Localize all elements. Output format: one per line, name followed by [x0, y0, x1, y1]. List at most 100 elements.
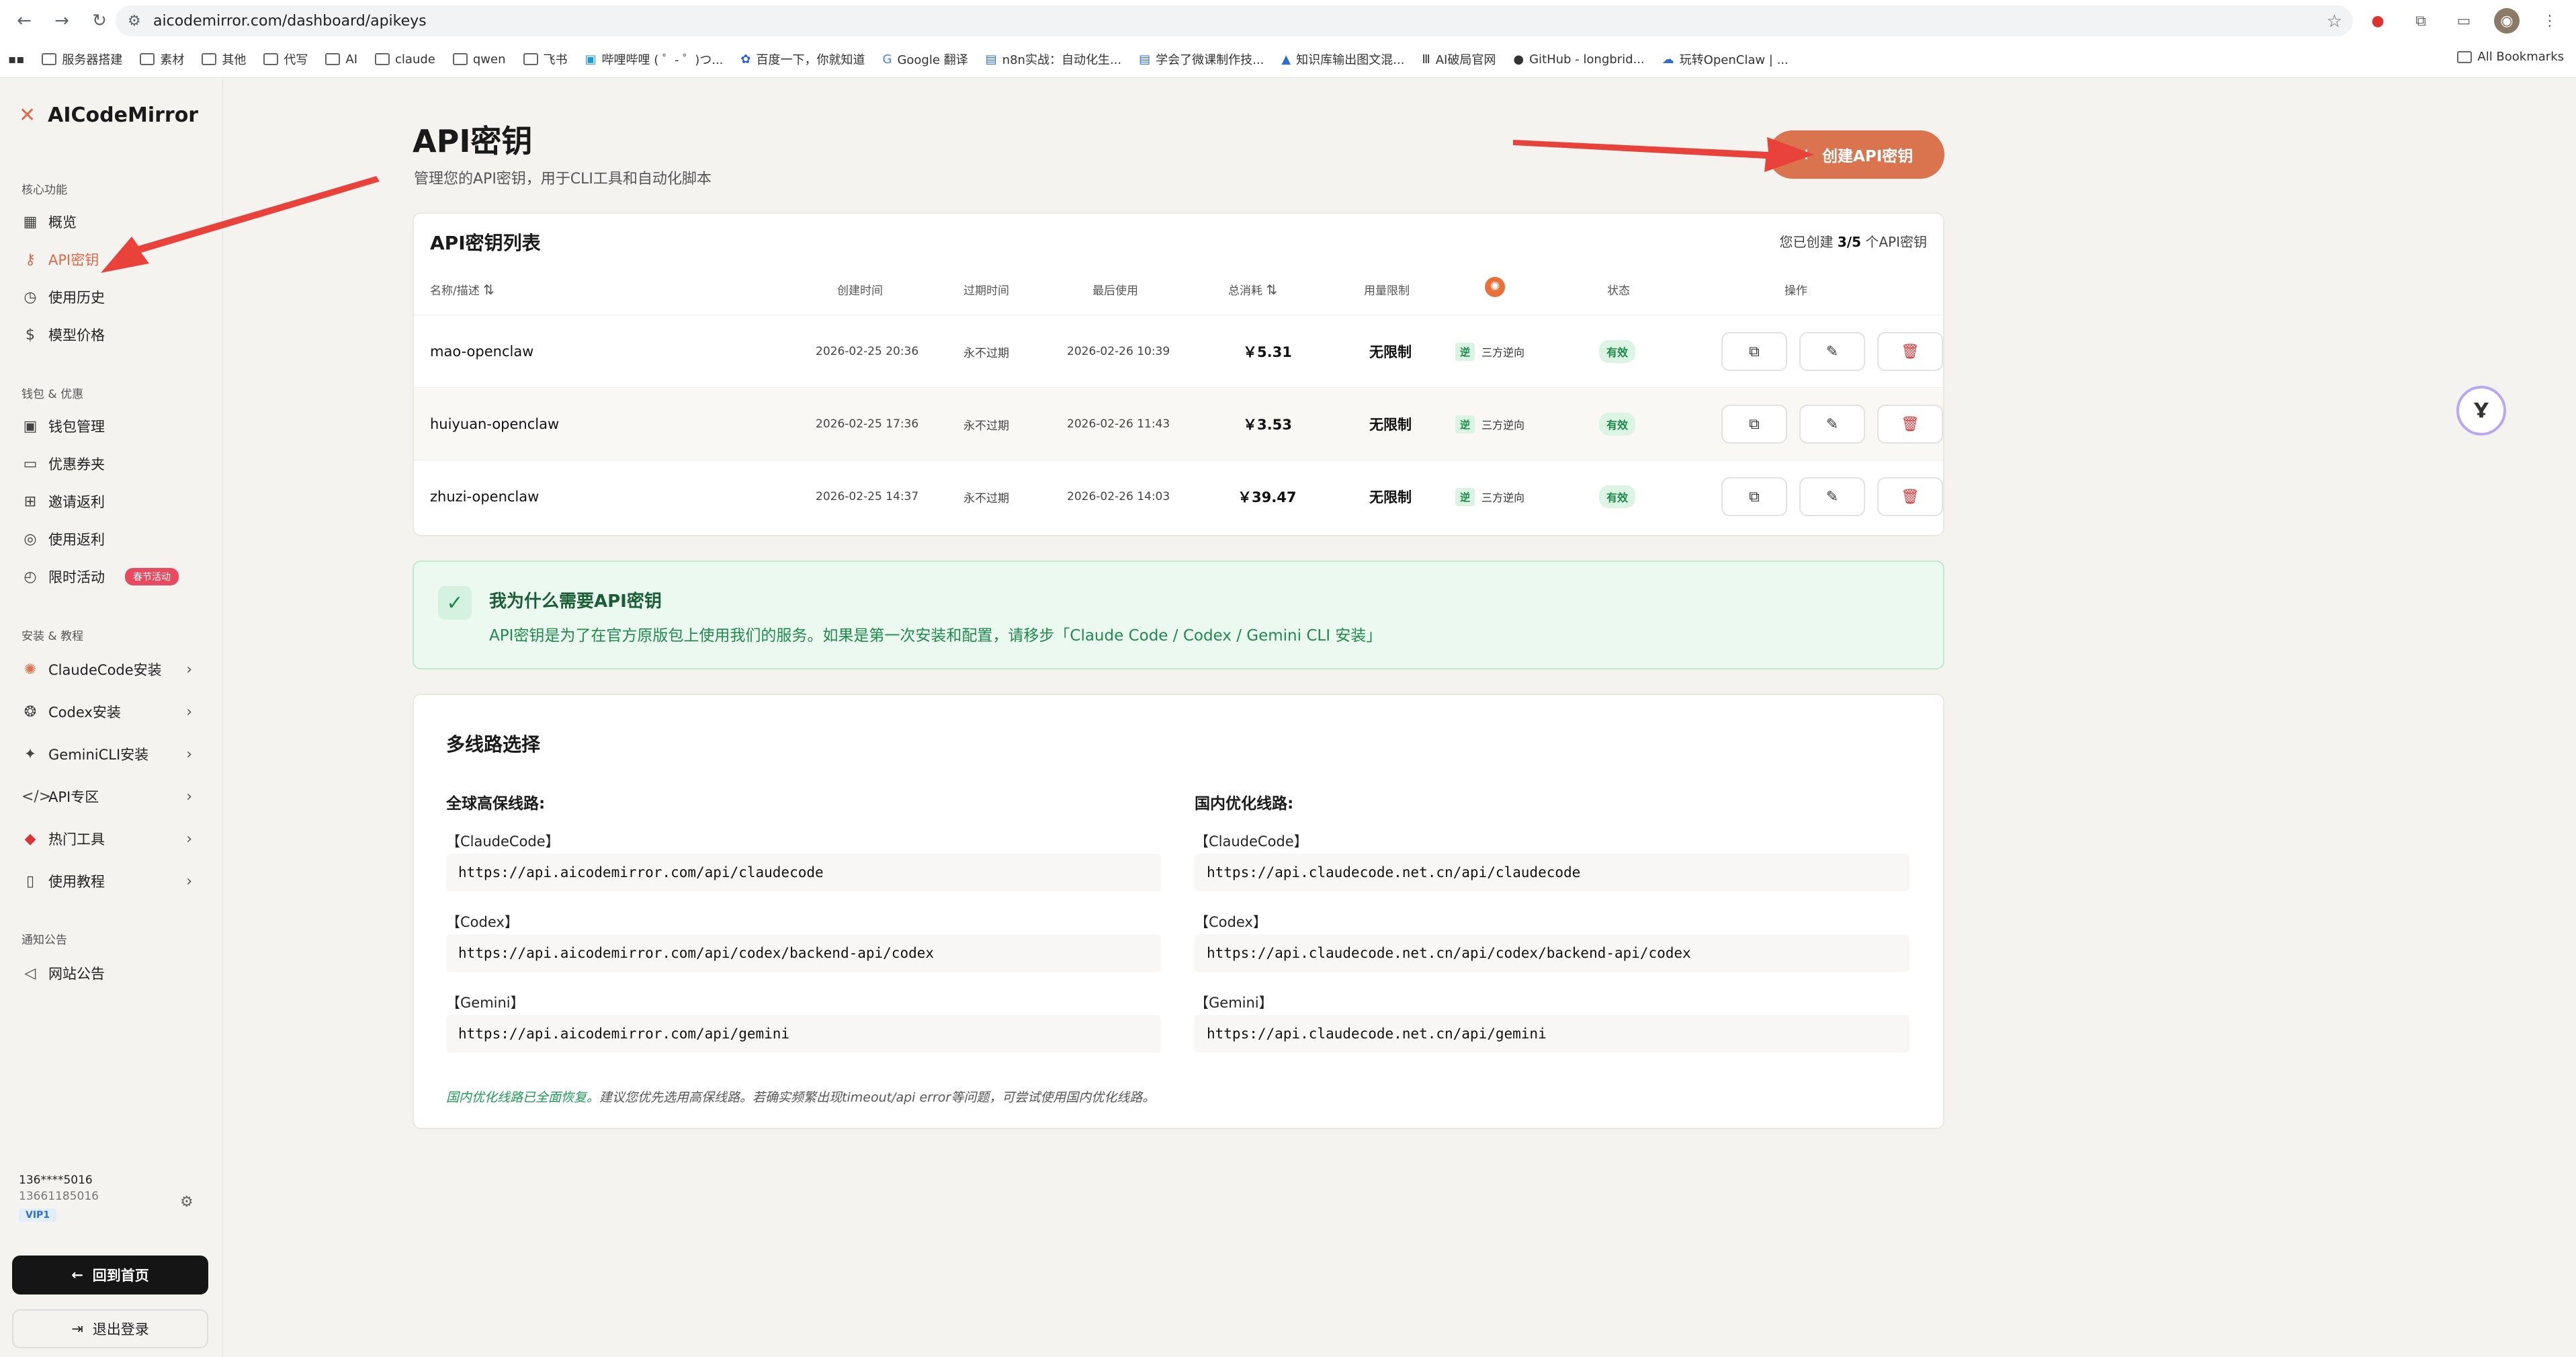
- edit-button[interactable]: ✎: [1799, 477, 1865, 516]
- header-total[interactable]: 总消耗 ⇅: [1228, 281, 1277, 298]
- site-info-icon[interactable]: ⚙: [128, 13, 141, 30]
- bookmark-item[interactable]: AI: [325, 52, 357, 67]
- profile-avatar[interactable]: ◉: [2494, 8, 2520, 34]
- browser-chrome: ← → ↻ ⚙ aicodemirror.com/dashboard/apike…: [0, 0, 2576, 78]
- bilibili-icon: ▣: [585, 52, 597, 67]
- bookmark-item[interactable]: 服务器搭建: [42, 50, 122, 68]
- delete-button[interactable]: 🗑: [1877, 477, 1943, 516]
- bookmark-item[interactable]: ▲ 知识库输出图文混...: [1281, 50, 1404, 68]
- bookmark-item[interactable]: ☁ 玩转OpenClaw | ...: [1662, 50, 1789, 68]
- pencil-icon: ✎: [1826, 488, 1839, 505]
- sidebar-item-history[interactable]: ◷ 使用历史: [22, 284, 210, 311]
- header-name[interactable]: 名称/描述 ⇅: [430, 281, 495, 298]
- arrow-left-icon: ←: [71, 1267, 83, 1283]
- sidebar-item-api-keys[interactable]: ⚷ API密钥: [22, 246, 210, 273]
- sidebar-item-invite[interactable]: ⊞ 邀请返利: [22, 488, 210, 515]
- sidebar-item-tutorials[interactable]: ▯ 使用教程 ›: [22, 868, 210, 895]
- bookmark-item[interactable]: ▤ 学会了微课制作技...: [1139, 50, 1264, 68]
- delete-button[interactable]: 🗑: [1877, 405, 1943, 444]
- sidebar-item-coupons[interactable]: ▭ 优惠券夹: [22, 450, 210, 477]
- gemini-icon: ✦: [24, 745, 37, 763]
- usage-limit: 无限制: [1369, 489, 1412, 505]
- back-arrow-icon[interactable]: ←: [11, 7, 38, 34]
- tab-search-icon[interactable]: ▭: [2451, 8, 2477, 34]
- settings-gear-icon[interactable]: ⚙: [180, 1194, 194, 1210]
- sidebar-item-wallet[interactable]: ▣ 钱包管理: [22, 413, 210, 440]
- sidebar-item-usage-rebate[interactable]: ◎ 使用返利: [22, 526, 210, 552]
- back-home-button[interactable]: ← 回到首页: [12, 1256, 208, 1294]
- extension-red-icon[interactable]: ●: [2365, 8, 2391, 34]
- browser-menu-icon[interactable]: ⋮: [2537, 8, 2563, 34]
- sort-icon[interactable]: ⇅: [483, 282, 495, 298]
- copy-button[interactable]: ⧉: [1721, 477, 1787, 516]
- gift-icon: ⊞: [24, 493, 37, 510]
- bookmark-item[interactable]: 代写: [263, 50, 308, 68]
- sidebar-item-hot-tools[interactable]: ◆ 热门工具 ›: [22, 825, 210, 852]
- usage-limit: 无限制: [1369, 344, 1412, 360]
- floating-assistant-button[interactable]: Ұ: [2456, 386, 2506, 436]
- trash-icon: 🗑: [1901, 488, 1920, 505]
- assistant-icon: Ұ: [2474, 399, 2489, 423]
- header-provider: ✺: [1485, 277, 1505, 297]
- logout-button[interactable]: ⇥ 退出登录: [12, 1309, 208, 1348]
- sort-icon[interactable]: ⇅: [1266, 282, 1277, 298]
- bookmarks-bar: ▪▪ 服务器搭建 素材 其他 代写 AI claude qwen 飞书 ▣ 哔哩哔…: [0, 44, 2576, 74]
- sidebar-item-pricing[interactable]: $ 模型价格: [22, 321, 210, 348]
- create-api-key-button[interactable]: + 创建API密钥: [1768, 130, 1944, 179]
- route-url[interactable]: https://api.claudecode.net.cn/api/codex/…: [1195, 934, 1909, 972]
- route-url[interactable]: https://api.aicodemirror.com/api/claudec…: [446, 854, 1161, 891]
- wallet-icon: ▣: [23, 417, 38, 435]
- bookmark-item[interactable]: 素材: [140, 50, 184, 68]
- copy-button[interactable]: ⧉: [1721, 405, 1787, 444]
- table-row: mao-openclaw 2026-02-25 20:36 永不过期 2026-…: [414, 315, 1943, 387]
- bookmark-item[interactable]: ▣ 哔哩哔哩 ( ゜- ゜)つ...: [585, 50, 724, 68]
- route-url[interactable]: https://api.claudecode.net.cn/api/gemini: [1195, 1015, 1909, 1053]
- sidebar-item-limited-event[interactable]: ◴ 限时活动 春节活动: [22, 563, 210, 590]
- last-used-time: 2026-02-26 10:39: [1067, 345, 1170, 358]
- puzzle-icon[interactable]: ⧉: [2408, 8, 2434, 34]
- sidebar-item-overview[interactable]: ▦ 概览: [22, 208, 210, 235]
- sidebar-item-codex[interactable]: ❂ Codex安装 ›: [22, 698, 210, 725]
- sidebar-item-api-zone[interactable]: </> API专区 ›: [22, 783, 210, 810]
- bookmark-item[interactable]: qwen: [452, 52, 506, 67]
- bookmark-item[interactable]: 其他: [202, 50, 246, 68]
- page-icon: ▤: [985, 52, 997, 67]
- bookmark-item[interactable]: Ⅲ AI破局官网: [1422, 50, 1496, 68]
- address-bar[interactable]: ⚙ aicodemirror.com/dashboard/apikeys ☆: [116, 5, 2353, 36]
- folder-icon: [202, 53, 217, 65]
- info-text[interactable]: API密钥是为了在官方原版包上使用我们的服务。如果是第一次安装和配置，请移步「C…: [489, 622, 1381, 645]
- user-info: 136****5016 13661185016 VIP1: [19, 1174, 99, 1222]
- all-bookmarks[interactable]: All Bookmarks: [2457, 50, 2564, 64]
- baidu-icon: ✿: [740, 52, 751, 67]
- table-row: huiyuan-openclaw 2026-02-25 17:36 永不过期 2…: [414, 387, 1943, 460]
- brand[interactable]: ✕ AICodeMirror: [19, 104, 198, 127]
- expire-time: 永不过期: [963, 491, 1009, 505]
- forward-arrow-icon[interactable]: →: [48, 7, 75, 34]
- sidebar-item-claudecode[interactable]: ✺ ClaudeCode安装 ›: [22, 656, 210, 683]
- bookmark-item[interactable]: claude: [375, 52, 435, 67]
- edit-button[interactable]: ✎: [1799, 332, 1865, 371]
- folder-icon: [325, 53, 341, 65]
- edit-button[interactable]: ✎: [1799, 405, 1865, 444]
- bookmark-item[interactable]: ● GitHub - longbrid...: [1513, 52, 1644, 67]
- key-name: huiyuan-openclaw: [430, 416, 560, 432]
- route-label: 【Codex】: [1195, 914, 1267, 930]
- bookmark-item[interactable]: ✿ 百度一下，你就知道: [740, 50, 865, 68]
- apps-icon[interactable]: ▪▪: [8, 52, 24, 67]
- route-url[interactable]: https://api.aicodemirror.com/api/codex/b…: [446, 934, 1161, 972]
- route-url[interactable]: https://api.aicodemirror.com/api/gemini: [446, 1015, 1161, 1053]
- bookmark-item[interactable]: G Google 翻译: [883, 50, 968, 68]
- delete-button[interactable]: 🗑: [1877, 332, 1943, 371]
- reload-icon[interactable]: ↻: [86, 7, 113, 34]
- code-icon: </>: [22, 788, 52, 805]
- copy-button[interactable]: ⧉: [1721, 332, 1787, 371]
- reverse-icon: 逆: [1455, 487, 1475, 506]
- sidebar-item-announcements[interactable]: ◁ 网站公告: [22, 960, 210, 987]
- bookmark-star-icon[interactable]: ☆: [2327, 11, 2342, 32]
- route-label: 【Gemini】: [1195, 995, 1273, 1011]
- bookmark-item[interactable]: 飞书: [523, 50, 568, 68]
- sidebar-item-geminicli[interactable]: ✦ GeminiCLI安装 ›: [22, 741, 210, 768]
- route-url[interactable]: https://api.claudecode.net.cn/api/claude…: [1195, 854, 1909, 891]
- header-expires: 过期时间: [963, 284, 1009, 298]
- bookmark-item[interactable]: ▤ n8n实战：自动化生...: [986, 50, 1121, 68]
